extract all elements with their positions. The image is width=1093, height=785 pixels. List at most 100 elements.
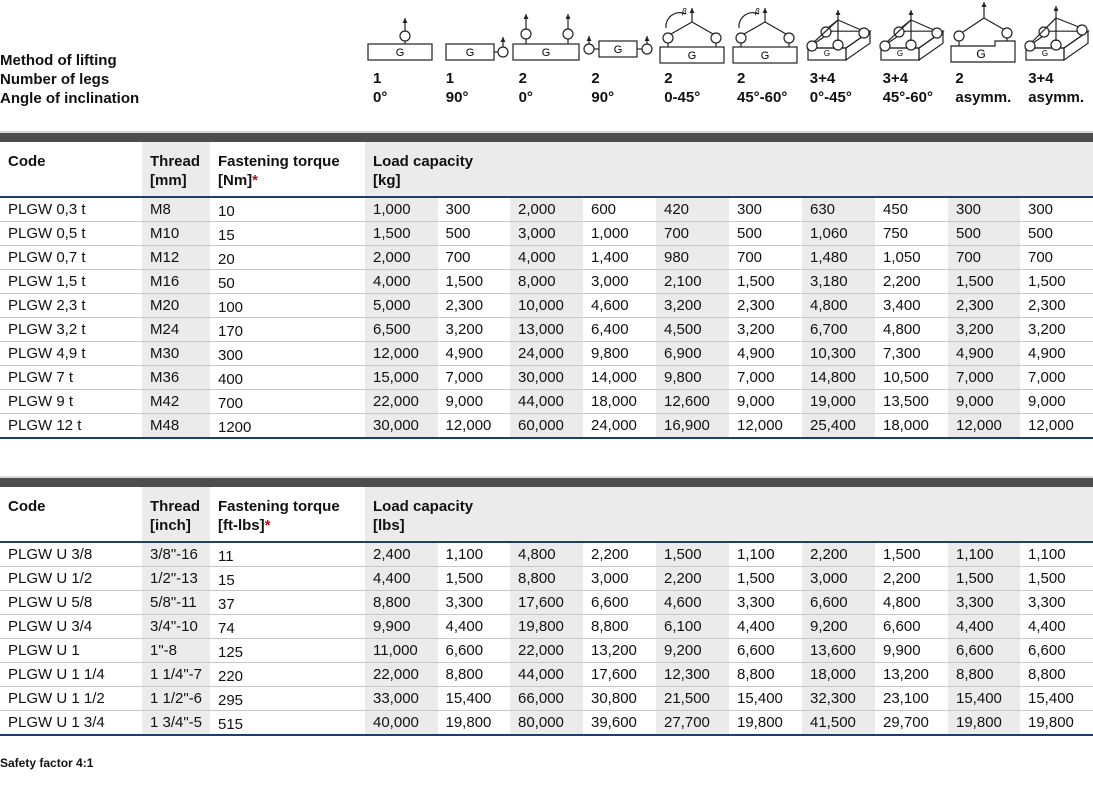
load-cell: 2,200 [802,543,875,566]
load-cell: 29,700 [883,714,929,731]
load-cell: 980 [656,246,729,269]
load-cell: 13,600 [802,639,875,662]
torque-cell: 220 [218,668,244,685]
load-cell: 1,100 [445,546,484,563]
load-cell: 700 [656,222,729,245]
load-cell: 22,000 [365,390,438,413]
method-angle: asymm. [1028,89,1085,106]
table-top-bar [0,476,1093,487]
load-cell: 700 [737,249,763,266]
four-leg-asymmetric-sling-icon: G [1024,6,1091,62]
table-row: PLGW 0,3 t M8 10 1,000 300 2,000 600 420 300 63… [0,198,1093,222]
torque-cell: 15 [218,572,235,589]
load-cell: 16,900 [656,414,729,437]
load-cell: 3,300 [1028,594,1066,611]
load-cell: 15,400 [737,690,783,707]
load-cell: 6,600 [591,594,629,611]
single-leg-vertical-lift-icon: G [367,18,433,61]
load-cell: 18,000 [802,663,875,686]
load-cell: 7,000 [948,366,1020,389]
load-cell: 4,400 [445,618,484,635]
load-cell: 17,600 [591,666,637,683]
load-cell: 9,200 [656,639,729,662]
method-legs: 2 [664,70,673,87]
load-cell: 8,800 [365,591,438,614]
load-cell: 600 [591,201,617,218]
load-cell: 8,800 [591,618,629,635]
load-cell: 24,000 [510,342,583,365]
svg-text:G: G [614,44,623,56]
load-cell: 3,000 [802,567,875,590]
svg-text:β: β [754,7,760,16]
table-row: PLGW 0,7 t M12 20 2,000 700 4,000 1,400 980 70… [0,246,1093,270]
load-cell: 44,000 [510,663,583,686]
table-row: PLGW 7 t M36 400 15,000 7,000 30,000 14,000 9… [0,366,1093,390]
load-cell: 18,000 [591,393,637,410]
load-cell: 750 [883,225,909,242]
load-cell: 15,400 [948,687,1020,710]
method-legs: 3+4 [882,70,909,87]
load-cell: 10,500 [883,369,929,386]
load-cell: 1,100 [737,546,775,563]
code-cell: PLGW 12 t [8,417,82,434]
load-cell: 4,400 [1028,618,1066,635]
load-cell: 39,600 [591,714,637,731]
load-cell: 12,000 [948,414,1020,437]
svg-text:G: G [1042,49,1048,58]
header-code: Code [8,498,46,515]
asterisk-mark: * [252,172,259,189]
load-cell: 44,000 [510,390,583,413]
thread-cell: M42 [142,390,210,413]
method-angle: 45°-60° [882,89,933,106]
load-cell: 1,050 [883,249,921,266]
load-cell: 4,000 [510,246,583,269]
load-cell: 3,400 [883,297,921,314]
load-cell: 2,000 [510,198,583,221]
load-cell: 2,400 [365,543,438,566]
load-cell: 1,500 [948,270,1020,293]
two-leg-side-lift-icon: G [583,36,653,58]
load-cell: 12,000 [737,417,783,434]
four-leg-sling-0-45-icon: G [805,10,872,62]
code-cell: PLGW U 1 1/4 [8,666,105,683]
torque-cell: 515 [218,716,244,733]
load-cell: 30,000 [510,366,583,389]
load-cell: 41,500 [802,711,875,734]
load-cell: 19,800 [737,714,783,731]
code-cell: PLGW 4,9 t [8,345,86,362]
svg-text:G: G [466,47,475,59]
load-cell: 4,900 [948,342,1020,365]
load-cell: 1,500 [737,570,775,587]
table-row: PLGW U 3/4 3/4"-10 74 9,900 4,400 19,800 8,8… [0,615,1093,639]
code-cell: PLGW U 1 1/2 [8,690,105,707]
load-cell: 13,200 [883,666,929,683]
load-cell: 3,180 [802,270,875,293]
load-cell: 4,000 [365,270,438,293]
thread-cell: 1/2"-13 [142,567,210,590]
load-cell: 3,300 [445,594,484,611]
load-cell: 19,800 [948,711,1020,734]
load-cell: 2,300 [948,294,1020,317]
lifting-method-7: G 3+4 0°-45° [802,0,875,110]
method-legs: 2 [955,70,964,87]
table-row: PLGW U 1 1/2 1 1/2"-6 295 33,000 15,400 66,… [0,687,1093,711]
load-cell: 12,000 [1028,417,1074,434]
header-thread: Thread [inch] [142,487,210,541]
load-cell: 1,500 [948,567,1020,590]
load-cell: 700 [445,249,471,266]
safety-factor-note: Safety factor 4:1 [0,756,94,770]
torque-cell: 300 [218,347,244,364]
torque-cell: 20 [218,251,235,268]
load-cell: 8,800 [948,663,1020,686]
load-cell: 500 [1028,225,1054,242]
load-cell: 4,600 [656,591,729,614]
load-cell: 1,500 [365,222,438,245]
load-cell: 9,000 [445,393,484,410]
load-cell: 2,200 [591,546,629,563]
load-cell: 8,800 [445,666,484,683]
lifting-method-10: G 3+4 asymm. [1020,0,1093,110]
load-cell: 1,500 [445,570,484,587]
load-cell: 1,500 [656,543,729,566]
torque-cell: 125 [218,644,244,661]
load-cell: 3,200 [656,294,729,317]
